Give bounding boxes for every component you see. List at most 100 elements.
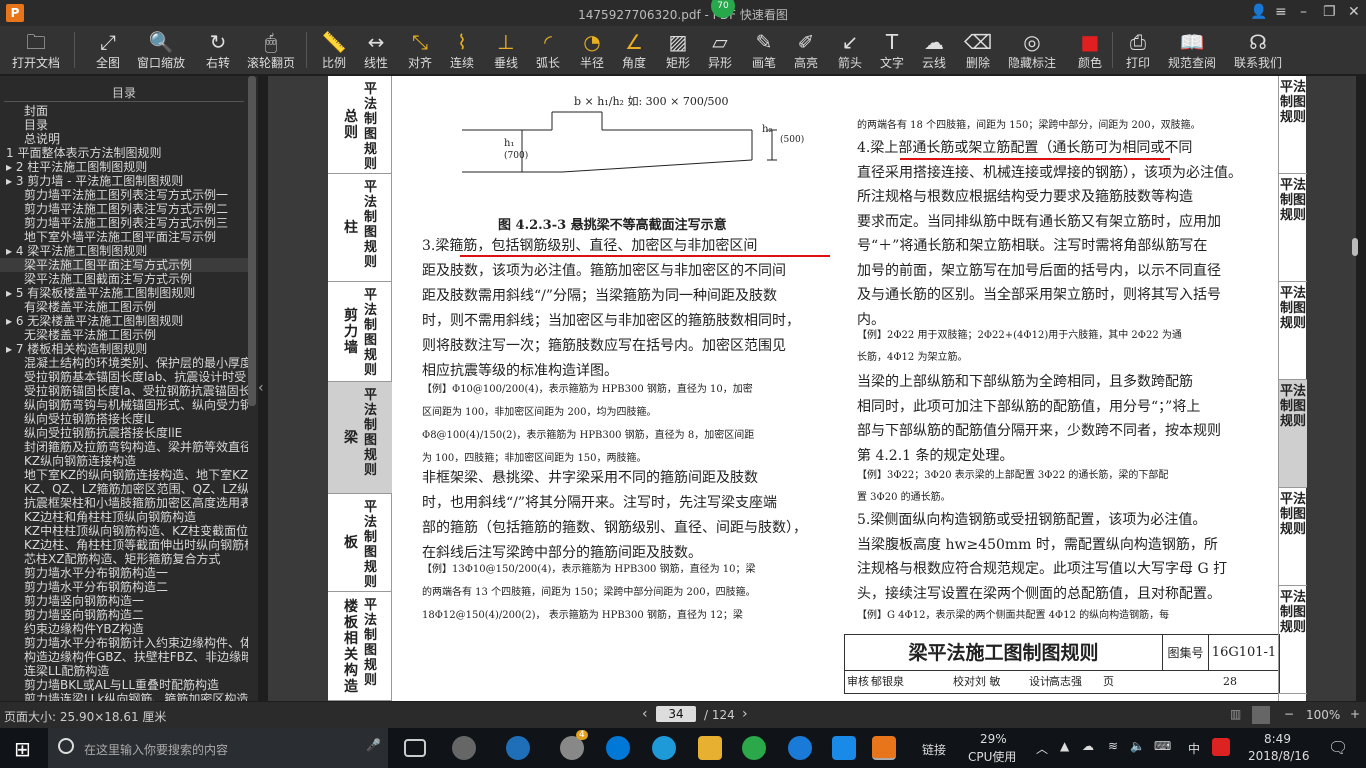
taskbar-pdf-viewer-icon[interactable] bbox=[872, 736, 896, 760]
toolbar-polygon-area-button[interactable]: ▱ 异形 bbox=[704, 28, 736, 72]
toc-item[interactable]: 剪力墙竖向钢筋构造一 bbox=[0, 594, 248, 608]
toolbar-linear-measure-button[interactable]: ↔ 线性 bbox=[360, 28, 392, 72]
taskbar-app-fan-icon[interactable] bbox=[452, 736, 476, 760]
zoom-level[interactable]: 100% bbox=[1306, 708, 1340, 722]
toc-item[interactable]: 受拉钢筋基本锚固长度lab、抗震设计时受 bbox=[0, 370, 248, 384]
ime-indicator[interactable]: 中 bbox=[1188, 740, 1200, 757]
toc-item[interactable]: 地下室KZ的纵向钢筋连接构造、地下室KZ的 bbox=[0, 468, 248, 482]
taskbar-explorer-icon[interactable] bbox=[698, 736, 722, 760]
doc-scrollbar-thumb[interactable] bbox=[1352, 238, 1358, 256]
toolbar-headset-button[interactable]: ☊ 联系我们 bbox=[1232, 28, 1284, 72]
taskbar-ie-icon[interactable] bbox=[506, 736, 530, 760]
toc-item[interactable]: 剪力墙竖向钢筋构造二 bbox=[0, 608, 248, 622]
toolbar-zoom-button[interactable]: 🔍 窗口缩放 bbox=[136, 28, 186, 72]
toc-item[interactable]: 1 平面整体表示方法制图规则 bbox=[0, 146, 248, 160]
toc-item[interactable]: KZ边柱、角柱柱顶等截面伸出时纵向钢筋构 bbox=[0, 538, 248, 552]
toolbar-mouse-button[interactable]: 🖱 滚轮翻页 bbox=[246, 28, 296, 72]
toc-item[interactable]: 剪力墙平法施工图列表注写方式示例二 bbox=[0, 202, 248, 216]
tray-volume-icon[interactable]: 🔈 bbox=[1130, 739, 1145, 753]
toolbar-continuous-measure-button[interactable]: ⌇ 连续 bbox=[446, 28, 478, 72]
toolbar-text-button[interactable]: T 文字 bbox=[876, 28, 908, 72]
zoom-out-button[interactable]: − bbox=[1284, 707, 1294, 721]
toc-item[interactable]: 无梁楼盖平法施工图示例 bbox=[0, 328, 248, 342]
tray-keyboard-icon[interactable]: ⌨ bbox=[1154, 739, 1171, 753]
toc-item[interactable]: 连梁LL配筋构造 bbox=[0, 664, 248, 678]
maximize-button[interactable]: ❐ bbox=[1323, 4, 1336, 20]
toc-item[interactable]: 地下室外墙平法施工图平面注写示例 bbox=[0, 230, 248, 244]
toc-item[interactable]: 梁平法施工图截面注写方式示例 bbox=[0, 272, 248, 286]
toolbar-arrow-button[interactable]: ↙ 箭头 bbox=[834, 28, 866, 72]
windows-start-icon[interactable]: ⊞ bbox=[14, 737, 31, 761]
microphone-icon[interactable]: 🎤 bbox=[366, 738, 381, 752]
toolbar-color-button[interactable]: ■ 颜色 bbox=[1074, 28, 1106, 72]
toc-item[interactable]: 总说明 bbox=[0, 132, 248, 146]
tray-expand-icon[interactable]: ︿ bbox=[1036, 740, 1048, 757]
toc-item[interactable]: KZ纵向钢筋连接构造 bbox=[0, 454, 248, 468]
search-box[interactable]: 在这里输入你要搜索的内容 🎤 bbox=[48, 728, 388, 768]
toolbar-rotate-right-button[interactable]: ↻ 右转 bbox=[202, 28, 234, 72]
task-view-icon[interactable] bbox=[404, 739, 426, 757]
toc-item[interactable]: 纵向钢筋弯钩与机械锚固形式、纵向受力钢 bbox=[0, 398, 248, 412]
collapse-sidebar-icon[interactable]: ‹ bbox=[258, 380, 264, 396]
toc-item[interactable]: 混凝土结构的环境类别、保护层的最小厚度 bbox=[0, 356, 248, 370]
toc-item[interactable]: 梁平法施工图平面注写方式示例 bbox=[0, 258, 248, 272]
toc-item[interactable]: 封面 bbox=[0, 104, 248, 118]
toc-item[interactable]: 剪力墙水平分布钢筋计入约束边缘构件、体 bbox=[0, 636, 248, 650]
toolbar-radius-button[interactable]: ◔ 半径 bbox=[576, 28, 608, 72]
toolbar-align-measure-button[interactable]: ⤡ 对齐 bbox=[404, 28, 436, 72]
user-icon[interactable]: 👤 bbox=[1250, 4, 1267, 20]
taskbar-browser-icon[interactable] bbox=[788, 736, 812, 760]
toolbar-eraser-button[interactable]: ⌫ 删除 bbox=[962, 28, 994, 72]
toolbar-arc-length-button[interactable]: ◜ 弧长 bbox=[532, 28, 564, 72]
toc-item[interactable]: KZ边柱和角柱柱顶纵向钢筋构造 bbox=[0, 510, 248, 524]
toc-item[interactable]: ▸ 2 柱平法施工图制图规则 bbox=[0, 160, 248, 174]
taskbar-ie2-icon[interactable] bbox=[652, 736, 676, 760]
toolbar-folder-button[interactable]: 🗀 打开文档 bbox=[10, 28, 62, 72]
toc-item[interactable]: 有梁楼盖平法施工图示例 bbox=[0, 300, 248, 314]
tray-wifi-icon[interactable]: ≋ bbox=[1108, 739, 1118, 753]
toolbar-fit-all-button[interactable]: ⤢ 全图 bbox=[92, 28, 124, 72]
taskbar-edge-icon[interactable] bbox=[606, 736, 630, 760]
link-label[interactable]: 链接 bbox=[922, 741, 946, 758]
close-button[interactable]: ✕ bbox=[1348, 4, 1360, 20]
toc-scrollbar[interactable] bbox=[248, 76, 256, 406]
toolbar-pen-button[interactable]: ✎ 画笔 bbox=[748, 28, 780, 72]
toc-item[interactable]: ▸ 3 剪力墙 - 平法施工图制图规则 bbox=[0, 174, 248, 188]
tray-network-icon[interactable]: ☁ bbox=[1082, 739, 1094, 753]
toc-item[interactable]: 目录 bbox=[0, 118, 248, 132]
toolbar-book-button[interactable]: 📖 规范查阅 bbox=[1166, 28, 1218, 72]
toc-item[interactable]: ▸ 4 梁平法施工图制图规则 bbox=[0, 244, 248, 258]
tray-sogou-icon[interactable] bbox=[1212, 738, 1230, 756]
toc-item[interactable]: 受拉钢筋锚固长度la、受拉钢筋抗震锚固长 bbox=[0, 384, 248, 398]
prev-page-button[interactable]: ‹ bbox=[642, 706, 648, 722]
taskbar-plus-app-icon[interactable] bbox=[832, 736, 856, 760]
toc-item[interactable]: 约束边缘构件YBZ构造 bbox=[0, 622, 248, 636]
continuous-view-icon[interactable] bbox=[1252, 706, 1270, 724]
toc-item[interactable]: 纵向受拉钢筋搭接长度lL bbox=[0, 412, 248, 426]
clock-time[interactable]: 8:49 bbox=[1264, 732, 1291, 746]
toc-item[interactable]: KZ、QZ、LZ箍筋加密区范围、QZ、LZ纵向钢 bbox=[0, 482, 248, 496]
toc-item[interactable]: 封闭箍筋及拉筋弯钩构造、梁并筋等效直径 bbox=[0, 440, 248, 454]
toolbar-hide-annotation-button[interactable]: ◎ 隐藏标注 bbox=[1006, 28, 1058, 72]
minimize-button[interactable]: – bbox=[1300, 4, 1307, 20]
document-viewport[interactable]: 总则 平法制图规则柱平法制图规则 剪力墙 平法制图规则梁平法制图规则板平法制图规则 楼板… bbox=[268, 76, 1358, 701]
toc-item[interactable]: 剪力墙水平分布钢筋构造二 bbox=[0, 580, 248, 594]
toc-item[interactable]: ▸ 7 楼板相关构造制图规则 bbox=[0, 342, 248, 356]
toc-item[interactable]: 剪力墙平法施工图列表注写方式示例三 bbox=[0, 216, 248, 230]
toc-item[interactable]: ▸ 6 无梁楼盖平法施工图制图规则 bbox=[0, 314, 248, 328]
toc-item[interactable]: 抗震框架柱和小墙肢箍筋加密区高度选用表 bbox=[0, 496, 248, 510]
toolbar-highlight-button[interactable]: ✐ 高亮 bbox=[790, 28, 822, 72]
taskbar-green-app-icon[interactable] bbox=[742, 736, 766, 760]
toolbar-perpendicular-button[interactable]: ⊥ 垂线 bbox=[490, 28, 522, 72]
toc-item[interactable]: 纵向受拉钢筋抗震搭接长度llE bbox=[0, 426, 248, 440]
clock-date[interactable]: 2018/8/16 bbox=[1248, 749, 1310, 763]
toc-item[interactable]: 剪力墙BKL或AL与LL重叠时配筋构造 bbox=[0, 678, 248, 692]
toolbar-print-button[interactable]: ⎙ 打印 bbox=[1122, 28, 1154, 72]
toc-item[interactable]: 构造边缘构件GBZ、扶壁柱FBZ、非边缘暗柱 bbox=[0, 650, 248, 664]
toc-item[interactable]: 剪力墙连梁LLk纵向钢筋、箍筋加密区构造 bbox=[0, 692, 248, 701]
zoom-in-button[interactable]: + bbox=[1350, 707, 1360, 721]
toolbar-angle-button[interactable]: ∠ 角度 bbox=[618, 28, 650, 72]
toolbar-cloud-line-button[interactable]: ☁ 云线 bbox=[918, 28, 950, 72]
action-center-icon[interactable]: 🗨 bbox=[1328, 738, 1348, 757]
toc-item[interactable]: ▸ 5 有梁板楼盖平法施工图制图规则 bbox=[0, 286, 248, 300]
